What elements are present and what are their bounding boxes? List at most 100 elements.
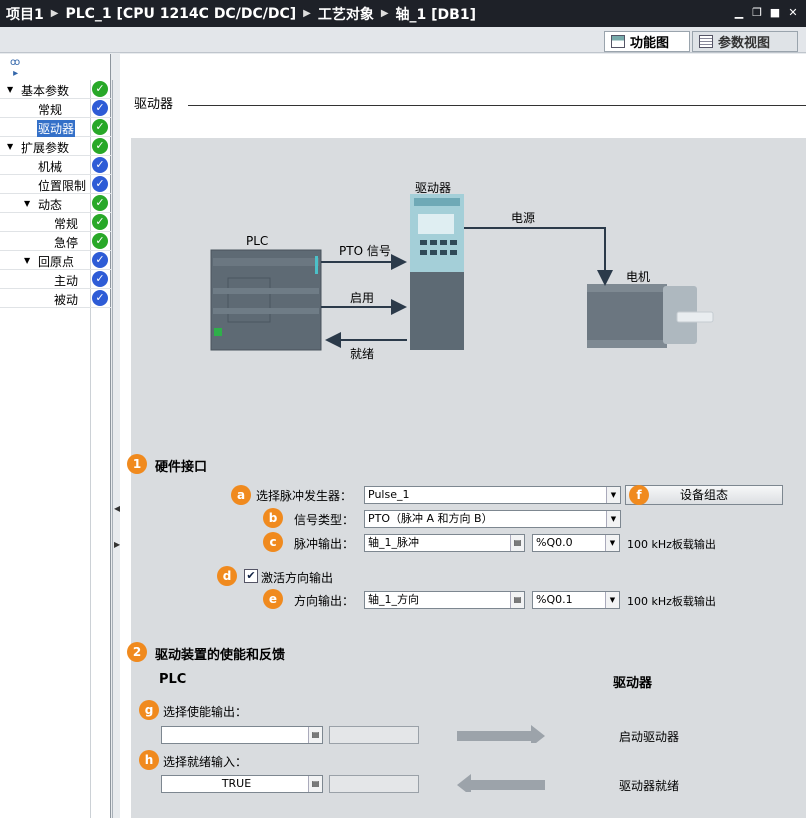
tree-item-active[interactable]: 主动 ✓ (0, 270, 111, 289)
check-ok-icon: ✓ (92, 233, 108, 249)
ready-input-value: TRUE (221, 777, 252, 790)
plc-illustration (210, 249, 322, 351)
tree-item-basic-params[interactable]: ▼ 基本参数 ✓ (0, 80, 111, 99)
crumb-axis[interactable]: 轴_1 [DB1] (396, 4, 476, 24)
tree-item-label: 基本参数 (21, 84, 70, 98)
direction-output-checkbox[interactable]: ✔ (244, 569, 258, 583)
callout-badge: h (139, 750, 159, 770)
callout-badge: f (629, 485, 649, 505)
direction-output-address-select[interactable]: %Q0.1 ▼ (532, 591, 620, 609)
drive-ready-label: 驱动器就绪 (619, 779, 680, 793)
tree-item-drive[interactable]: 驱动器 ✓ (0, 118, 111, 137)
tree-item-emergency-stop[interactable]: 急停 ✓ (0, 232, 111, 251)
pulse-generator-label: 选择脉冲发生器： (256, 489, 353, 503)
pulse-output-label: 脉冲输出： (294, 537, 355, 551)
expand-triangle-icon[interactable]: ▼ (7, 142, 13, 151)
motor-illustration (587, 284, 714, 348)
drive-enable-title: 驱动装置的使能和反馈 (155, 648, 286, 663)
enable-output-field[interactable]: ▤ (161, 726, 323, 744)
tree-item-label: 驱动器 (37, 120, 76, 137)
expand-triangle-icon[interactable]: ▼ (7, 85, 13, 94)
motor-label: 电机 (626, 270, 651, 284)
callout-badge: c (263, 532, 283, 552)
view-tab-bar: 功能图 参数视图 (0, 27, 806, 53)
restore-icon[interactable]: ❐ (750, 6, 764, 20)
callout-badge: b (263, 508, 283, 528)
ready-label: 就绪 (350, 347, 375, 361)
expand-triangle-icon[interactable]: ▼ (24, 256, 30, 265)
main-content: 驱动器 PLC 驱动器 电机 电源 PTO 信号 启用 就绪 1 硬件接口 a … (120, 54, 806, 818)
tree-item-extended-params[interactable]: ▼ 扩展参数 ✓ (0, 137, 111, 156)
section-title: 驱动器 (134, 97, 174, 112)
chevron-down-icon[interactable]: ▼ (605, 592, 619, 608)
direction-output-tag-field[interactable]: 轴_1_方向 ▤ (364, 591, 525, 609)
minimize-icon[interactable]: ▁ (732, 6, 746, 20)
ready-input-label: 选择就绪输入： (163, 755, 248, 769)
tree-item-label: 主动 (54, 274, 79, 288)
tree-item-general[interactable]: 常规 ✓ (0, 99, 111, 118)
tree-item-homing[interactable]: ▼ 回原点 ✓ (0, 251, 111, 270)
expand-triangle-icon[interactable]: ▼ (24, 199, 30, 208)
tree-item-dynamics[interactable]: ▼ 动态 ✓ (0, 194, 111, 213)
tag-browse-icon[interactable]: ▤ (308, 776, 322, 792)
navigation-tree: ꝏ ▸ ▼ 基本参数 ✓ 常规 ✓ 驱动器 ✓ ▼ 扩展参数 ✓ 机械 ✓ 位置… (0, 54, 111, 818)
pane-splitter[interactable]: ◀ ▶ (112, 80, 120, 818)
signal-type-value: PTO（脉冲 A 和方向 B） (368, 512, 493, 525)
chevron-down-icon[interactable]: ▼ (605, 535, 619, 551)
section-divider (188, 105, 806, 106)
enable-output-label: 选择使能输出： (163, 705, 248, 719)
tab-parameter-view[interactable]: 参数视图 (692, 31, 798, 52)
power-label: 电源 (511, 211, 536, 225)
tag-browse-icon[interactable]: ▤ (510, 535, 524, 551)
tree-item-dynamics-general[interactable]: 常规 ✓ (0, 213, 111, 232)
pulse-output-tag: 轴_1_脉冲 (368, 536, 419, 549)
tab-function-view[interactable]: 功能图 (604, 31, 690, 52)
power-arrow (464, 227, 613, 286)
tree-item-label: 回原点 (38, 255, 75, 269)
pulse-generator-select[interactable]: Pulse_1 ▼ (364, 486, 621, 504)
signal-type-select[interactable]: PTO（脉冲 A 和方向 B） ▼ (364, 510, 621, 528)
chevron-down-icon[interactable]: ▼ (606, 487, 620, 503)
direction-output-checkbox-label: 激活方向输出 (261, 571, 334, 585)
tree-item-label: 动态 (38, 198, 63, 212)
check-ok-icon: ✓ (92, 252, 108, 268)
callout-badge: g (139, 700, 159, 720)
ready-direction-arrow (457, 774, 545, 792)
crumb-separator-icon: ▶ (303, 8, 311, 19)
tree-item-position-limits[interactable]: 位置限制 ✓ (0, 175, 111, 194)
check-ok-icon: ✓ (92, 138, 108, 154)
pulse-output-address-select[interactable]: %Q0.0 ▼ (532, 534, 620, 552)
drive-column-header: 驱动器 (613, 676, 653, 691)
tree-item-passive[interactable]: 被动 ✓ (0, 289, 111, 308)
enable-direction-arrow (457, 725, 545, 743)
toolbar-navigate-icon[interactable]: ꝏ ▸ (10, 57, 20, 79)
tab-function-view-label: 功能图 (630, 36, 670, 51)
plc-label: PLC (246, 234, 269, 248)
tag-browse-icon[interactable]: ▤ (510, 592, 524, 608)
ready-input-field[interactable]: TRUE ▤ (161, 775, 323, 793)
crumb-tech-objects[interactable]: 工艺对象 (318, 4, 374, 24)
tag-browse-icon[interactable]: ▤ (308, 727, 322, 743)
tab-parameter-view-label: 参数视图 (718, 36, 771, 51)
tree-item-mechanics[interactable]: 机械 ✓ (0, 156, 111, 175)
crumb-separator-icon: ▶ (50, 8, 59, 19)
maximize-icon[interactable]: ■ (768, 6, 782, 20)
close-icon[interactable]: ✕ (786, 6, 800, 20)
direction-output-note: 100 kHz板载输出 (627, 595, 716, 608)
chevron-down-icon[interactable]: ▼ (606, 511, 620, 527)
device-config-label: 设备组态 (679, 488, 728, 502)
drive-label: 驱动器 (415, 181, 452, 195)
crumb-plc[interactable]: PLC_1 [CPU 1214C DC/DC/DC] (65, 6, 296, 22)
crumb-project[interactable]: 项目1 (6, 4, 44, 24)
check-ok-icon: ✓ (92, 195, 108, 211)
pulse-output-address: %Q0.0 (536, 536, 573, 549)
enable-label: 启用 (350, 291, 375, 305)
tree-item-label: 机械 (38, 160, 63, 174)
direction-output-address: %Q0.1 (536, 593, 573, 606)
tree-item-label: 扩展参数 (21, 141, 70, 155)
check-ok-icon: ✓ (92, 176, 108, 192)
pulse-output-tag-field[interactable]: 轴_1_脉冲 ▤ (364, 534, 525, 552)
drive-illustration (410, 194, 464, 350)
parameter-view-icon (699, 35, 713, 48)
callout-badge: a (231, 485, 251, 505)
